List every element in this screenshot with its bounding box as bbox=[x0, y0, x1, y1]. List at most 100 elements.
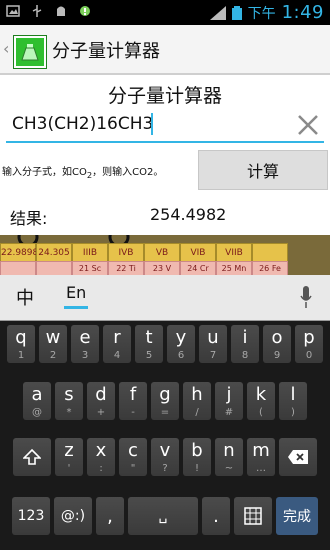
lang-en-toggle[interactable]: En bbox=[64, 283, 89, 309]
action-bar-title: 分子量计算器 bbox=[52, 41, 160, 62]
key-label: z bbox=[64, 440, 74, 461]
lang-zh-toggle[interactable]: 中 bbox=[16, 284, 34, 310]
key-r[interactable]: r4 bbox=[103, 325, 131, 363]
hint-prefix: 输入分子式，如CO bbox=[2, 167, 87, 178]
key-label: r bbox=[113, 327, 121, 348]
key-x[interactable]: x: bbox=[87, 438, 115, 476]
symbols-key[interactable]: @:) bbox=[54, 497, 92, 535]
key-w[interactable]: w2 bbox=[39, 325, 67, 363]
backspace-key[interactable] bbox=[279, 438, 317, 476]
key-sublabel: ' bbox=[67, 463, 71, 474]
key-sublabel: 3 bbox=[81, 350, 89, 361]
key-label: c bbox=[128, 440, 138, 461]
shift-key[interactable] bbox=[13, 438, 51, 476]
periodic-cell bbox=[36, 261, 72, 275]
numbers-key[interactable]: 123 bbox=[12, 497, 50, 535]
key-b[interactable]: b! bbox=[183, 438, 211, 476]
key-sublabel: " bbox=[130, 463, 136, 474]
key-j[interactable]: j # bbox=[215, 382, 243, 420]
key-label: v bbox=[159, 440, 171, 461]
status-icons-left bbox=[6, 4, 92, 18]
key-v[interactable]: v? bbox=[151, 438, 179, 476]
key-sublabel: ! bbox=[194, 463, 199, 474]
key-label: i bbox=[242, 327, 248, 348]
key-label: e bbox=[79, 327, 91, 348]
key-sublabel: 8 bbox=[241, 350, 249, 361]
key-label: k bbox=[255, 384, 267, 405]
key-y[interactable]: y6 bbox=[167, 325, 195, 363]
keyboard-candidate-bar: 中 En bbox=[0, 275, 330, 321]
key-sublabel: # bbox=[224, 407, 234, 418]
key-sublabel: ) bbox=[291, 407, 295, 418]
page-title: 分子量计算器 bbox=[107, 85, 222, 107]
key-label: a bbox=[31, 384, 43, 405]
key-n[interactable]: n ~ bbox=[215, 438, 243, 476]
key-label: y bbox=[175, 327, 187, 348]
key-z[interactable]: z ' bbox=[55, 438, 83, 476]
key-p[interactable]: p0 bbox=[295, 325, 323, 363]
key-d[interactable]: d + bbox=[87, 382, 115, 420]
key-label: s bbox=[64, 384, 74, 405]
image-icon bbox=[6, 5, 20, 17]
done-key[interactable]: 完成 bbox=[276, 497, 318, 535]
hint-suffix: ，则输入CO2。 bbox=[92, 167, 164, 178]
key-q[interactable]: q1 bbox=[7, 325, 35, 363]
microphone-icon[interactable] bbox=[300, 284, 312, 310]
input-hint: 输入分子式，如CO2，则输入CO2。 bbox=[2, 163, 163, 180]
period-key[interactable]: . bbox=[202, 497, 230, 535]
status-ampm: 下午 bbox=[247, 5, 276, 22]
text-caret bbox=[151, 113, 153, 135]
periodic-cell: 21 Sc bbox=[72, 261, 108, 275]
comma-key[interactable]: , bbox=[96, 497, 124, 535]
keyboard-row-1: q1w2e3r4t5y6u7i8o9p0 bbox=[0, 325, 330, 363]
key-k[interactable]: k( bbox=[247, 382, 275, 420]
key-sublabel: 7 bbox=[209, 350, 217, 361]
key-t[interactable]: t5 bbox=[135, 325, 163, 363]
clear-icon[interactable] bbox=[296, 113, 320, 137]
space-key[interactable]: ␣ bbox=[128, 497, 198, 535]
result-label: 结果: bbox=[10, 209, 48, 228]
usb-icon bbox=[32, 5, 42, 17]
key-o[interactable]: o9 bbox=[263, 325, 291, 363]
key-l[interactable]: l) bbox=[279, 382, 307, 420]
flask-icon bbox=[21, 44, 39, 61]
back-chevron-icon[interactable]: ‹ bbox=[3, 39, 9, 58]
key-sublabel: / bbox=[195, 407, 199, 418]
key-label: j bbox=[226, 384, 232, 405]
status-icons-right: 下午 1:49 bbox=[209, 2, 324, 23]
formula-input-value: CH3(CH2)16CH3 bbox=[12, 114, 154, 134]
key-m[interactable]: m… bbox=[247, 438, 275, 476]
key-f[interactable]: f- bbox=[119, 382, 147, 420]
main-content: 分子量计算器 CH3(CH2)16CH3 输入分子式，如CO2，则输入CO2。 … bbox=[0, 75, 330, 235]
key-h[interactable]: h / bbox=[183, 382, 211, 420]
android-alert-icon bbox=[80, 6, 90, 16]
key-sublabel: @ bbox=[32, 407, 42, 418]
key-s[interactable]: s * bbox=[55, 382, 83, 420]
key-i[interactable]: i8 bbox=[231, 325, 259, 363]
periodic-row-bottom: 21 Sc 22 Ti 23 V 24 Cr 25 Mn 26 Fe bbox=[0, 261, 288, 275]
keyboard-row-3-letters: z ' x: c " v? b! n ~ m… bbox=[55, 438, 275, 476]
shift-icon bbox=[23, 448, 41, 465]
app-icon[interactable] bbox=[14, 36, 46, 68]
status-time: 1:49 bbox=[281, 2, 324, 23]
key-sublabel: * bbox=[66, 407, 72, 418]
periodic-cell bbox=[252, 243, 288, 263]
periodic-table-fragment: 22.9898 24.305 IIIB IVB VB VIB VIIB 21 Sc 22 Ti… bbox=[0, 235, 330, 275]
key-label: t bbox=[145, 327, 153, 348]
key-a[interactable]: a @ bbox=[23, 382, 51, 420]
key-label: p bbox=[303, 327, 315, 348]
key-sublabel: + bbox=[96, 407, 106, 418]
key-e[interactable]: e3 bbox=[71, 325, 99, 363]
key-label: h bbox=[191, 384, 203, 405]
key-g[interactable]: g = bbox=[151, 382, 179, 420]
grid-key[interactable] bbox=[234, 497, 272, 535]
calculate-button[interactable]: 计算 bbox=[198, 150, 328, 190]
key-c[interactable]: c " bbox=[119, 438, 147, 476]
key-label: f bbox=[129, 384, 137, 405]
formula-input[interactable]: CH3(CH2)16CH3 bbox=[6, 109, 324, 143]
key-u[interactable]: u7 bbox=[199, 325, 227, 363]
periodic-cell: VB bbox=[144, 243, 180, 263]
keyboard-row-2: a @ s * d + f - g = h / j # k(l) bbox=[0, 382, 330, 420]
android-icon bbox=[57, 6, 65, 16]
key-label: o bbox=[271, 327, 283, 348]
